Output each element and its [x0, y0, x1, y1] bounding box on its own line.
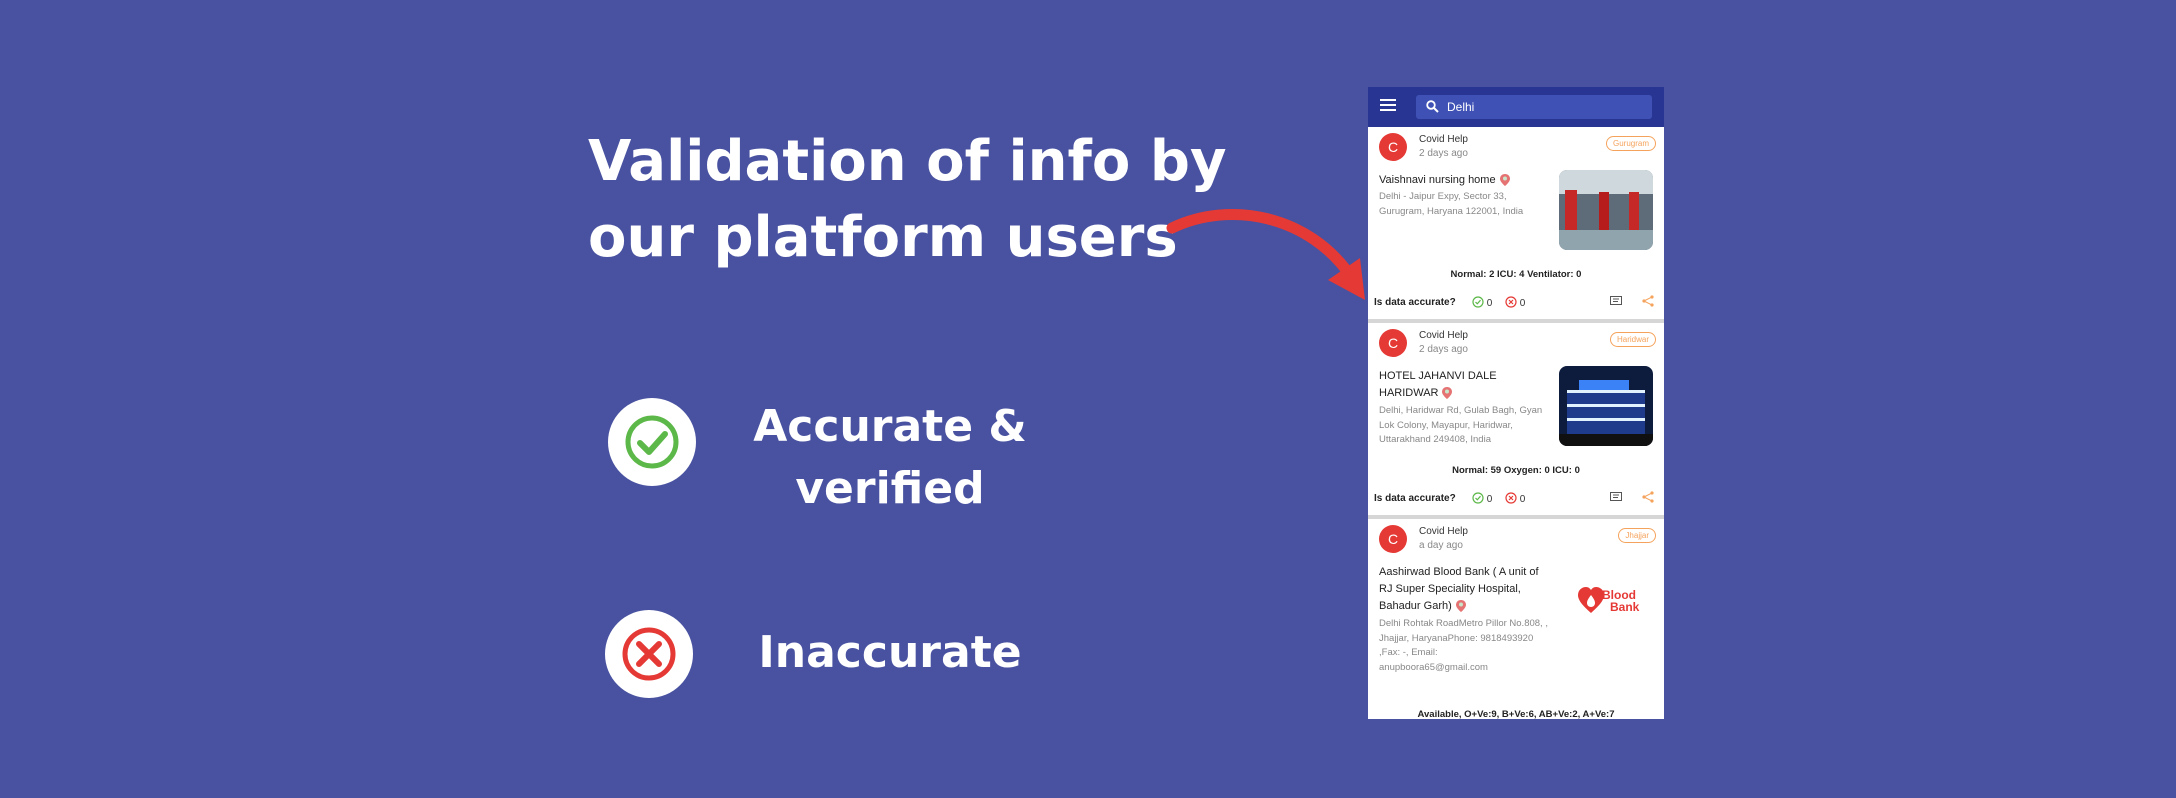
map-pin-icon[interactable]	[1455, 600, 1466, 613]
avatar: C	[1379, 133, 1407, 161]
availability-stats: Normal: 2 ICU: 4 Ventilator: 0	[1450, 269, 1582, 280]
accurate-legend-icon	[608, 398, 696, 486]
avatar: C	[1379, 525, 1407, 553]
app-screenshot: Delhi C Covid Help 2 days ago Gurugram V…	[1368, 87, 1664, 719]
inaccurate-legend-icon	[605, 610, 693, 698]
map-pin-icon[interactable]	[1442, 387, 1453, 400]
check-circle-icon	[1472, 492, 1484, 504]
card-address: Delhi, Haridwar Rd, Gulab Bagh, Gyan Lok…	[1379, 405, 1543, 445]
location-tag[interactable]: Jhajjar	[1618, 528, 1656, 543]
check-circle-icon	[1472, 296, 1484, 308]
card-address: Delhi - Jaipur Expy, Sector 33, Gurugram…	[1379, 191, 1524, 217]
card-timestamp: a day ago	[1419, 540, 1463, 551]
search-icon	[1426, 100, 1439, 113]
card-author: Covid Help	[1419, 330, 1468, 341]
avatar: C	[1379, 329, 1407, 357]
location-tag[interactable]: Gurugram	[1605, 136, 1656, 151]
inaccurate-legend-label: Inaccurate	[758, 627, 1022, 678]
inaccurate-vote-button[interactable]: 0	[1505, 296, 1525, 309]
map-pin-icon[interactable]	[1499, 174, 1510, 187]
card-author: Covid Help	[1419, 526, 1468, 537]
card-title: Vaishnavi nursing home	[1379, 172, 1554, 189]
headline-line-1: Validation of info by	[588, 129, 1227, 194]
search-value: Delhi	[1447, 100, 1475, 114]
resource-card[interactable]: C Covid Help a day ago Jhajjar Aashirwad…	[1368, 519, 1664, 719]
location-tag[interactable]: Haridwar	[1609, 332, 1656, 347]
curved-arrow-icon	[1166, 209, 1365, 300]
comment-icon[interactable]	[1610, 492, 1622, 503]
availability-stats: Normal: 59 Oxygen: 0 ICU: 0	[1452, 465, 1580, 476]
cancel-circle-icon	[1505, 492, 1517, 504]
card-timestamp: 2 days ago	[1419, 344, 1468, 355]
app-bar: Delhi	[1368, 87, 1664, 127]
hotel-photo	[1559, 366, 1653, 446]
menu-icon[interactable]	[1380, 99, 1396, 115]
accuracy-prompt: Is data accurate?	[1374, 493, 1456, 504]
card-address: Delhi Rohtak RoadMetro Pillor No.808, , …	[1379, 618, 1548, 673]
card-title: Aashirwad Blood Bank ( A unit of RJ Supe…	[1379, 566, 1539, 613]
accurate-legend-label: Accurate & verified	[753, 401, 1027, 514]
comment-icon[interactable]	[1610, 296, 1622, 307]
card-title: HOTEL JAHANVI DALE HARIDWAR	[1379, 370, 1497, 400]
share-icon[interactable]	[1642, 295, 1654, 307]
card-author: Covid Help	[1419, 134, 1468, 145]
hospital-photo	[1559, 170, 1653, 250]
resource-card[interactable]: C Covid Help 2 days ago Haridwar HOTEL J…	[1368, 323, 1664, 519]
accurate-vote-button[interactable]: 0	[1472, 492, 1492, 505]
inaccurate-vote-button[interactable]: 0	[1505, 492, 1525, 505]
accuracy-prompt: Is data accurate?	[1374, 297, 1456, 308]
resource-card[interactable]: C Covid Help 2 days ago Gurugram Vaishna…	[1368, 127, 1664, 323]
blood-bank-logo: Blood Bank	[1578, 583, 1658, 623]
share-icon[interactable]	[1642, 491, 1654, 503]
accurate-vote-button[interactable]: 0	[1472, 296, 1492, 309]
cancel-circle-icon	[1505, 296, 1517, 308]
availability-stats: Available, O+Ve:9, B+Ve:6, AB+Ve:2, A+Ve…	[1417, 709, 1615, 719]
search-input[interactable]: Delhi	[1416, 95, 1652, 119]
card-timestamp: 2 days ago	[1419, 148, 1468, 159]
